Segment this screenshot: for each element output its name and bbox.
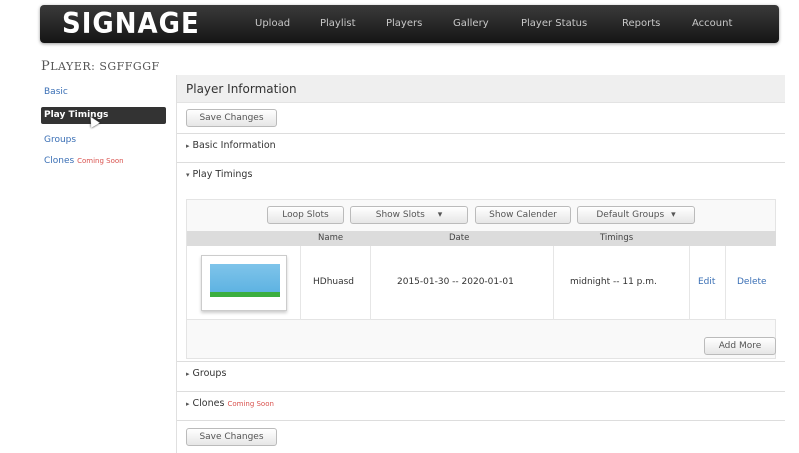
sidebar-item-basic[interactable]: Basic [44, 87, 68, 97]
sidebar-item-groups[interactable]: Groups [44, 135, 76, 145]
nav-upload[interactable]: Upload [255, 5, 290, 43]
column-divider [370, 246, 371, 320]
table-header: Name Date Timings [187, 231, 776, 246]
page-title: PLAYER: SGFFGGF [41, 59, 160, 74]
show-calender-button[interactable]: Show Calender [475, 206, 571, 224]
column-divider [725, 246, 726, 320]
section-play-timings-label: Play Timings [192, 169, 253, 180]
top-nav-bar: SIGNAGE Upload Playlist Players Gallery … [40, 5, 779, 43]
coming-soon-badge: Coming Soon [77, 157, 124, 165]
add-more-button[interactable]: Add More [704, 337, 776, 355]
chevron-down-icon: ▾ [671, 210, 676, 220]
logo[interactable]: SIGNAGE [62, 8, 200, 41]
thumbnail-grass [210, 292, 280, 297]
section-divider [177, 420, 785, 422]
column-divider [300, 246, 301, 320]
page: SIGNAGE Upload Playlist Players Gallery … [0, 0, 799, 453]
section-basic-information[interactable]: ▸ Basic Information [177, 133, 785, 157]
nav-players[interactable]: Players [386, 5, 422, 43]
playlist-thumbnail [201, 255, 287, 311]
nav-playlist[interactable]: Playlist [320, 5, 356, 43]
thumbnail-sky [210, 264, 280, 292]
column-header-timings: Timings [600, 233, 634, 243]
sidebar-item-clones[interactable]: Clones Coming Soon [44, 156, 124, 166]
column-divider [553, 246, 554, 320]
row-date: 2015-01-30 -- 2020-01-01 [397, 277, 514, 287]
caret-down-icon: ▾ [186, 171, 190, 179]
save-changes-button-top[interactable]: Save Changes [186, 109, 277, 127]
nav-reports[interactable]: Reports [622, 5, 660, 43]
chevron-down-icon: ▾ [437, 210, 443, 220]
nav-account[interactable]: Account [692, 5, 732, 43]
column-header-name: Name [318, 233, 344, 243]
panel-header: Player Information [177, 75, 785, 103]
section-clones[interactable]: ▸ Clones Coming Soon [177, 391, 785, 415]
section-play-timings[interactable]: ▾ Play Timings [177, 162, 785, 186]
nav-player-status[interactable]: Player Status [521, 5, 587, 43]
section-groups-label: Groups [192, 368, 227, 379]
section-groups[interactable]: ▸ Groups [177, 361, 785, 385]
default-groups-dropdown[interactable]: Default Groups ▾ [577, 206, 695, 224]
table-row: HDhuasd 2015-01-30 -- 2020-01-01 midnigh… [187, 246, 776, 320]
edit-link[interactable]: Edit [698, 277, 715, 287]
column-divider [689, 246, 690, 320]
caret-right-icon: ▸ [186, 370, 190, 378]
section-clones-label: Clones [192, 398, 225, 409]
loop-slots-button[interactable]: Loop Slots [267, 206, 344, 224]
show-slots-label: Show Slots [375, 210, 425, 220]
column-header-date: Date [449, 233, 470, 243]
save-changes-button-bottom[interactable]: Save Changes [186, 428, 277, 446]
panel-title: Player Information [186, 82, 297, 96]
page-title-rest: LAYER: SGFFGGF [50, 60, 160, 73]
default-groups-label: Default Groups [596, 210, 665, 220]
coming-soon-badge: Coming Soon [227, 400, 274, 408]
row-timings: midnight -- 11 p.m. [570, 277, 657, 287]
delete-link[interactable]: Delete [737, 277, 767, 287]
page-title-initial: P [41, 59, 51, 74]
section-basic-label: Basic Information [192, 140, 276, 151]
nav-gallery[interactable]: Gallery [453, 5, 489, 43]
show-slots-dropdown[interactable]: Show Slots ▾ [350, 206, 468, 224]
caret-right-icon: ▸ [186, 400, 190, 408]
row-name: HDhuasd [313, 277, 355, 287]
caret-right-icon: ▸ [186, 142, 190, 150]
sidebar-item-clones-label: Clones [44, 156, 75, 166]
main-panel: Player Information Save Changes ▸ Basic I… [176, 75, 785, 453]
sidebar-item-play-timings[interactable]: Play Timings [41, 107, 166, 124]
play-timings-box: Loop Slots Show Slots ▾ Show Calender De… [186, 199, 776, 359]
